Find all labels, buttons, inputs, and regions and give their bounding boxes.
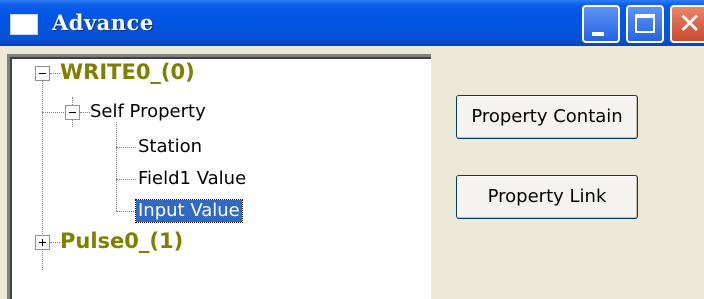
tree-node-field1-value[interactable]: Field1 Value <box>138 168 246 190</box>
tree-connector <box>42 112 64 113</box>
property-tree[interactable]: WRITE0_(0) Self Property Station Field1 … <box>7 54 431 299</box>
tree-connector <box>116 211 136 212</box>
tree-node-station[interactable]: Station <box>138 136 202 158</box>
collapse-toggle[interactable] <box>65 105 80 120</box>
tree-node-self-property[interactable]: Self Property <box>90 101 206 123</box>
minimize-button[interactable] <box>582 5 620 43</box>
maximize-icon <box>635 14 655 33</box>
tree-connector <box>116 179 136 180</box>
tree-node-input-value[interactable]: Input Value <box>135 199 243 223</box>
tree-connector <box>80 112 90 113</box>
plus-icon-stem <box>42 239 43 246</box>
close-icon: ✕ <box>678 7 702 40</box>
tree-node-pulse0[interactable]: Pulse0_(1) <box>60 229 183 253</box>
tree-connector <box>50 73 60 74</box>
minimize-icon <box>592 32 604 36</box>
title-bar[interactable]: Advance ✕ <box>0 0 704 46</box>
close-button[interactable]: ✕ <box>670 5 704 43</box>
tree-node-write0[interactable]: WRITE0_(0) <box>60 60 195 84</box>
expand-toggle[interactable] <box>35 235 50 250</box>
tree-connector <box>116 122 117 211</box>
tree-connector <box>50 242 60 243</box>
window-title: Advance <box>52 10 154 35</box>
minus-icon <box>39 73 46 74</box>
advance-window: Advance ✕ WRITE0_(0) Self Property Stati… <box>0 0 704 299</box>
property-link-button[interactable]: Property Link <box>456 175 638 219</box>
minus-icon <box>69 112 76 113</box>
maximize-button[interactable] <box>626 5 664 43</box>
tree-connector <box>116 147 136 148</box>
window-icon <box>10 14 38 35</box>
property-contain-button[interactable]: Property Contain <box>456 95 638 139</box>
collapse-toggle[interactable] <box>35 66 50 81</box>
